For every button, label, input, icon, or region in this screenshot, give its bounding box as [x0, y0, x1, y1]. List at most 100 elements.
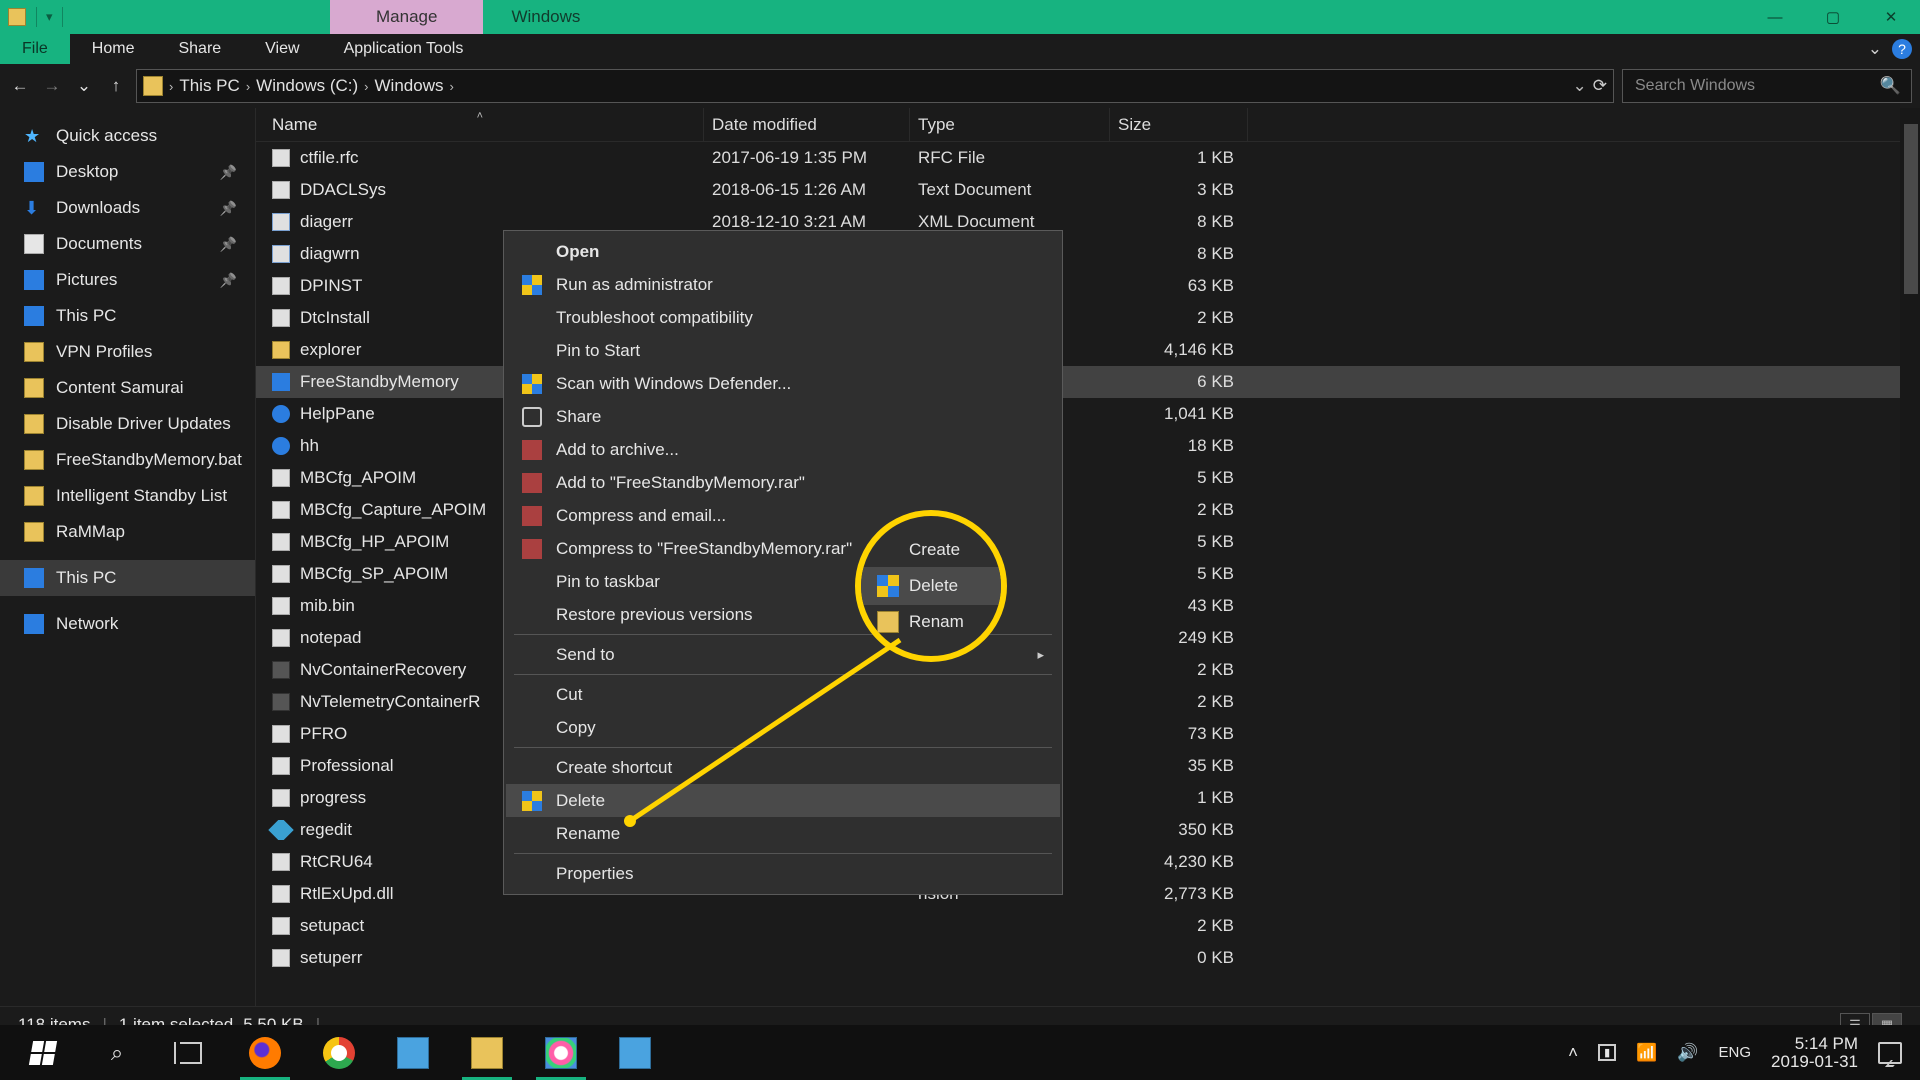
search-icon: ⌕ — [111, 1040, 123, 1066]
back-button[interactable]: ← — [8, 74, 32, 98]
sidebar-item-disable-driver[interactable]: Disable Driver Updates — [0, 406, 255, 442]
file-size: 4,146 KB — [1110, 340, 1248, 360]
ctxt-copy[interactable]: Copy — [506, 711, 1060, 744]
wifi-icon[interactable]: 📶 — [1636, 1043, 1657, 1063]
ctxt-rename[interactable]: Rename — [506, 817, 1060, 850]
table-row[interactable]: setupact2 KB — [256, 910, 1920, 942]
maximize-button[interactable]: ▢ — [1804, 0, 1862, 34]
file-name: PFRO — [300, 724, 347, 744]
taskbar-explorer[interactable] — [450, 1025, 524, 1080]
table-row[interactable]: DDACLSys2018-06-15 1:26 AMText Document3… — [256, 174, 1920, 206]
ribbon-tab-home[interactable]: Home — [70, 34, 157, 64]
ribbon-tab-apptools[interactable]: Application Tools — [322, 34, 486, 64]
file-tab[interactable]: File — [0, 34, 70, 64]
action-center-icon[interactable] — [1878, 1042, 1902, 1064]
help-icon[interactable]: ? — [1892, 39, 1912, 59]
sidebar-item-rammap[interactable]: RaMMap — [0, 514, 255, 550]
forward-button[interactable]: → — [40, 74, 64, 98]
breadcrumb-segment[interactable]: Windows (C:) — [256, 76, 358, 96]
close-button[interactable]: ✕ — [1862, 0, 1920, 34]
sidebar-item-this-pc-root[interactable]: This PC — [0, 560, 255, 596]
taskbar-chrome[interactable] — [302, 1025, 376, 1080]
taskbar-photoviewer[interactable] — [376, 1025, 450, 1080]
chevron-right-icon[interactable]: › — [449, 79, 453, 94]
column-size[interactable]: Size — [1110, 108, 1248, 141]
ctxt-open[interactable]: Open — [506, 235, 1060, 268]
ctxt-run-admin[interactable]: Run as administrator — [506, 268, 1060, 301]
context-tab-manage[interactable]: Manage — [330, 0, 483, 34]
ctxt-share[interactable]: Share — [506, 400, 1060, 433]
blank-icon — [522, 864, 542, 884]
sidebar-item-vpn[interactable]: VPN Profiles — [0, 334, 255, 370]
file-name: hh — [300, 436, 319, 456]
column-date[interactable]: Date modified — [704, 108, 910, 141]
ctxt-pin-start[interactable]: Pin to Start — [506, 334, 1060, 367]
column-type[interactable]: Type — [910, 108, 1110, 141]
address-dropdown-icon[interactable]: ⌄ — [1573, 76, 1587, 96]
breadcrumb-segment[interactable]: Windows — [375, 76, 444, 96]
file-type: Text Document — [910, 180, 1110, 200]
archive-icon — [522, 473, 542, 493]
taskbar-search[interactable]: ⌕ — [80, 1025, 154, 1080]
refresh-icon[interactable]: ⟳ — [1593, 76, 1607, 96]
sidebar-item-pictures[interactable]: Pictures — [0, 262, 255, 298]
sidebar-item-content-samurai[interactable]: Content Samurai — [0, 370, 255, 406]
ctxt-cut[interactable]: Cut — [506, 678, 1060, 711]
file-type: RFC File — [910, 148, 1110, 168]
ctxt-add-rar[interactable]: Add to "FreeStandbyMemory.rar" — [506, 466, 1060, 499]
sidebar-item-freestandby[interactable]: FreeStandbyMemory.bat — [0, 442, 255, 478]
recent-locations-dropdown[interactable]: ⌄ — [72, 74, 96, 98]
taskbar-wordpad[interactable] — [598, 1025, 672, 1080]
search-icon[interactable]: 🔍 — [1880, 76, 1901, 96]
chevron-right-icon: ▸ — [1037, 647, 1044, 663]
folder-icon — [24, 450, 44, 470]
ctxt-properties[interactable]: Properties — [506, 857, 1060, 890]
firefox-icon — [249, 1037, 281, 1069]
ribbon-tab-view[interactable]: View — [243, 34, 321, 64]
chevron-right-icon[interactable]: › — [364, 79, 368, 94]
taskbar-taskview[interactable] — [154, 1025, 228, 1080]
ctxt-delete[interactable]: Delete — [506, 784, 1060, 817]
sidebar-item-intelligent[interactable]: Intelligent Standby List — [0, 478, 255, 514]
scrollbar-track[interactable] — [1900, 108, 1920, 1006]
battery-icon[interactable]: ▮ — [1598, 1044, 1616, 1061]
ctxt-create-shortcut[interactable]: Create shortcut — [506, 751, 1060, 784]
file-type-icon — [272, 501, 290, 519]
minimize-button[interactable]: — — [1746, 0, 1804, 34]
navigation-pane: ★Quick access Desktop ⬇Downloads Documen… — [0, 108, 256, 1006]
chevron-right-icon[interactable]: › — [246, 79, 250, 94]
tray-overflow-icon[interactable]: ˄ — [1568, 1043, 1578, 1063]
clock[interactable]: 5:14 PM 2019-01-31 — [1771, 1035, 1858, 1071]
breadcrumb-segment[interactable]: This PC — [179, 76, 239, 96]
ribbon-tab-share[interactable]: Share — [156, 34, 243, 64]
file-name: diagerr — [300, 212, 353, 232]
chevron-right-icon[interactable]: › — [169, 79, 173, 94]
language-indicator[interactable]: ENG — [1719, 1044, 1752, 1061]
volume-icon[interactable]: 🔊 — [1677, 1043, 1698, 1063]
ctxt-add-archive[interactable]: Add to archive... — [506, 433, 1060, 466]
ribbon-collapse-icon[interactable]: ⌄ — [1868, 39, 1882, 59]
file-size: 1 KB — [1110, 788, 1248, 808]
start-button[interactable] — [6, 1025, 80, 1080]
file-size: 2 KB — [1110, 916, 1248, 936]
ctxt-troubleshoot[interactable]: Troubleshoot compatibility — [506, 301, 1060, 334]
search-box[interactable]: 🔍 — [1622, 69, 1912, 103]
search-input[interactable] — [1633, 76, 1874, 96]
file-size: 73 KB — [1110, 724, 1248, 744]
sidebar-item-network[interactable]: Network — [0, 606, 255, 642]
qat-dropdown[interactable]: ▾ — [46, 9, 53, 25]
taskbar-paint[interactable] — [524, 1025, 598, 1080]
scrollbar-thumb[interactable] — [1904, 124, 1918, 294]
table-row[interactable]: setuperr0 KB — [256, 942, 1920, 974]
column-name[interactable]: Name˄ — [264, 108, 704, 141]
ctxt-defender[interactable]: Scan with Windows Defender... — [506, 367, 1060, 400]
table-row[interactable]: ctfile.rfc2017-06-19 1:35 PMRFC File1 KB — [256, 142, 1920, 174]
sidebar-item-documents[interactable]: Documents — [0, 226, 255, 262]
taskbar-firefox[interactable] — [228, 1025, 302, 1080]
sidebar-item-downloads[interactable]: ⬇Downloads — [0, 190, 255, 226]
sidebar-item-quick-access[interactable]: ★Quick access — [0, 118, 255, 154]
sidebar-item-desktop[interactable]: Desktop — [0, 154, 255, 190]
address-bar[interactable]: › This PC › Windows (C:) › Windows › ⌄ ⟳ — [136, 69, 1614, 103]
sidebar-item-this-pc[interactable]: This PC — [0, 298, 255, 334]
up-button[interactable]: ↑ — [104, 74, 128, 98]
